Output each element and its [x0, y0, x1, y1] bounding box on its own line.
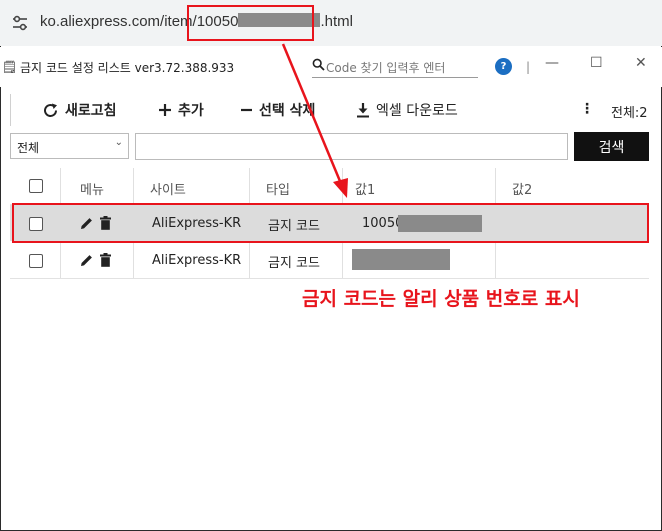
table-row[interactable]: AliExpress-KR 금지 코드: [10, 242, 649, 279]
refresh-icon: [44, 103, 57, 117]
row-site: AliExpress-KR: [152, 253, 242, 268]
refresh-button[interactable]: 새로고침: [42, 100, 117, 120]
add-label: 추가: [178, 103, 204, 119]
url-highlight-box: [187, 5, 314, 41]
search-button[interactable]: 검색: [574, 132, 649, 161]
header-value2: 값2: [512, 183, 533, 198]
close-button[interactable]: ✕: [635, 55, 647, 71]
header-menu: 메뉴: [80, 183, 104, 198]
search-input[interactable]: [135, 133, 568, 160]
annotation-text: 금지 코드는 알리 상품 번호로 표시: [302, 288, 580, 310]
filter-select[interactable]: 전체 ⌄: [10, 133, 129, 159]
row-highlight-box: [12, 203, 649, 243]
minimize-button[interactable]: —: [545, 55, 559, 71]
table-header: 메뉴 사이트 타입 값1 값2: [10, 168, 649, 205]
download-icon: [357, 103, 369, 118]
code-search-field[interactable]: Code 찾기 입력후 엔터: [312, 57, 478, 78]
delete-trash-icon[interactable]: [100, 253, 111, 267]
title-separator: |: [526, 60, 531, 74]
filter-select-value: 전체: [17, 141, 40, 155]
minus-icon: [241, 108, 252, 112]
header-type: 타입: [266, 183, 290, 198]
search-icon: [312, 58, 325, 71]
more-menu-icon[interactable]: ⋮: [580, 101, 594, 117]
select-all-checkbox[interactable]: [29, 179, 43, 193]
row-type: 금지 코드: [268, 256, 320, 271]
plus-icon: [159, 104, 171, 116]
edit-pencil-icon[interactable]: [80, 254, 93, 267]
add-button[interactable]: 추가: [158, 100, 204, 120]
window-title: 금지 코드 설정 리스트 ver3.72.388.933: [20, 61, 235, 75]
app-icon: 🗒: [2, 60, 18, 74]
url-suffix: .html: [320, 13, 353, 30]
value1-redaction: [352, 249, 450, 270]
site-settings-icon[interactable]: [10, 13, 30, 33]
maximize-button[interactable]: ☐: [590, 55, 603, 71]
toolbar-divider: [10, 94, 11, 126]
excel-download-label: 엑셀 다운로드: [376, 103, 458, 119]
delete-selected-button[interactable]: 선택 삭제: [240, 100, 315, 120]
header-site: 사이트: [150, 183, 186, 198]
help-icon[interactable]: ?: [495, 58, 512, 75]
code-search-placeholder: Code 찾기 입력후 엔터: [326, 61, 446, 75]
total-count: 전체:2: [611, 106, 648, 121]
excel-download-button[interactable]: 엑셀 다운로드: [356, 100, 458, 120]
delete-selected-label: 선택 삭제: [259, 103, 316, 119]
refresh-label: 새로고침: [65, 103, 117, 119]
browser-address-bar[interactable]: ko.aliexpress.com/item/10050 .html: [0, 0, 662, 46]
row-checkbox[interactable]: [29, 254, 43, 268]
chevron-down-icon: ⌄: [114, 137, 123, 148]
header-value1: 값1: [355, 183, 376, 198]
